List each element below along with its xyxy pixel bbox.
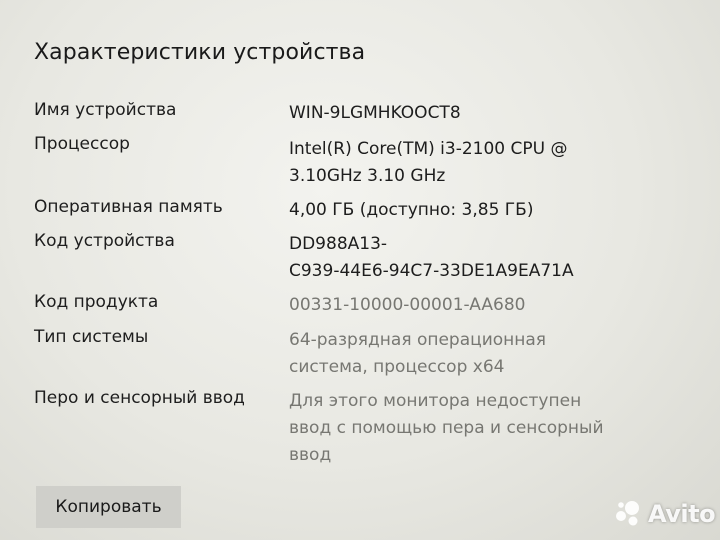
spec-value-line: 00331-10000-00001-AA680 (289, 295, 526, 315)
spec-value-line: ввод с помощью пера и сенсорный (289, 418, 604, 438)
spec-label: Имя устройства (34, 100, 177, 120)
spec-label: Процессор (34, 134, 130, 154)
spec-value-line: C939-44E6-94C7-33DE1A9EA71A (289, 261, 574, 281)
spec-label: Тип системы (34, 327, 149, 347)
spec-value-line: 64-разрядная операционная (289, 330, 547, 350)
spec-label: Код устройства (34, 231, 175, 251)
spec-value: Intel(R) Core(TM) i3-2100 CPU @ 3.10GHz … (289, 136, 619, 190)
page-title: Характеристики устройства (34, 40, 366, 65)
spec-label: Код продукта (34, 292, 159, 312)
avito-logo-icon (616, 501, 639, 526)
spec-value-line: Intel(R) Core(TM) i3-2100 CPU @ (289, 139, 568, 159)
spec-label: Перо и сенсорный ввод (34, 388, 245, 408)
spec-value-line: система, процессор x64 (289, 357, 505, 377)
spec-label: Оперативная память (34, 197, 223, 217)
spec-value: DD988A13- C939-44E6-94C7-33DE1A9EA71A (289, 231, 619, 285)
spec-value-line: 3.10GHz 3.10 GHz (289, 166, 446, 186)
settings-panel: Характеристики устройства Имя устройства… (0, 0, 720, 540)
spec-value: Для этого монитора недоступен ввод с пом… (289, 388, 619, 469)
spec-value: 64-разрядная операционная система, проце… (289, 327, 619, 381)
spec-value-line: 4,00 ГБ (доступно: 3,85 ГБ) (289, 200, 534, 220)
spec-value: 00331-10000-00001-AA680 (289, 292, 619, 319)
spec-value-line: Для этого монитора недоступен (289, 391, 582, 411)
spec-value-line: ввод (289, 445, 332, 465)
watermark-text: Avito (648, 500, 716, 528)
spec-value-line: WIN-9LGMHKOOCT8 (289, 103, 461, 123)
spec-value-line: DD988A13- (289, 234, 388, 254)
spec-value: WIN-9LGMHKOOCT8 (289, 100, 619, 127)
spec-value: 4,00 ГБ (доступно: 3,85 ГБ) (289, 197, 619, 224)
avito-watermark: Avito (612, 497, 716, 531)
copy-button[interactable]: Копировать (36, 486, 181, 528)
